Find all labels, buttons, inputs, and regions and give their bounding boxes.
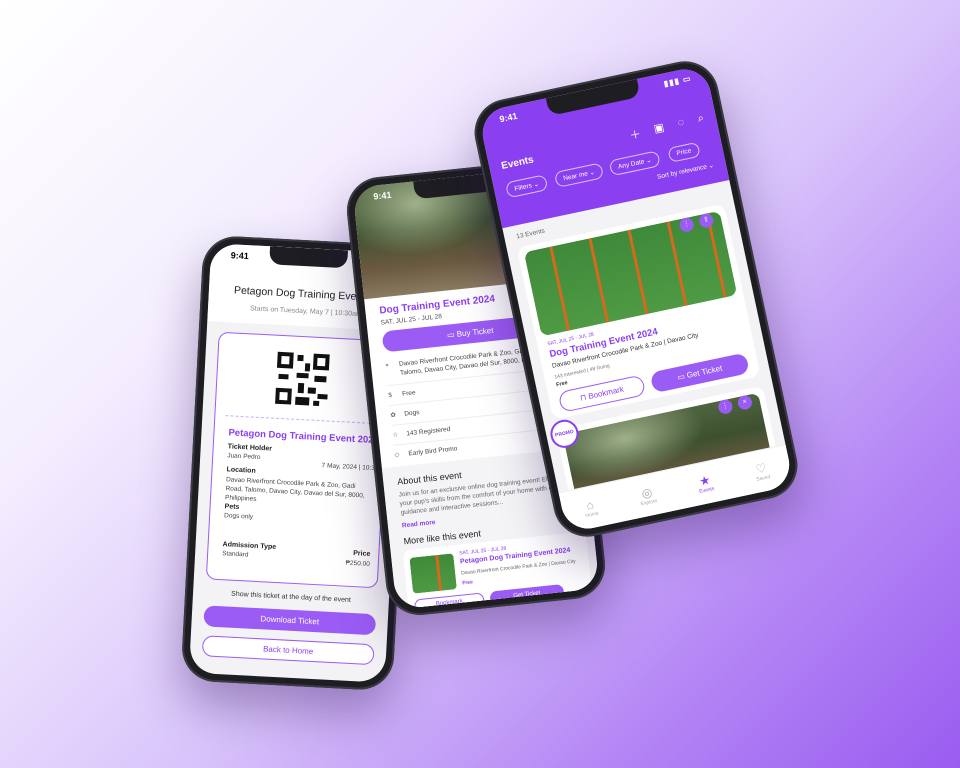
registered-text: 143 Registered [406,425,451,438]
get-ticket-label: Get Ticket [685,363,724,380]
tag-icon: ◇ [394,451,400,459]
any-date-label: Any Date [617,158,646,171]
date-value: 7 May, 2024 | 10:3 [321,462,375,473]
buy-ticket-label: Buy Ticket [456,325,494,339]
event-image [523,210,738,337]
admission-label: Admission Type [222,541,277,551]
nav-home-label: Home [584,510,600,519]
star-icon: ☆ [392,431,399,439]
pets-value: Dogs only [223,512,254,521]
notch [545,79,641,116]
get-ticket-button[interactable]: Get Ticket [489,583,565,606]
price-text: Free [401,389,416,398]
event-name: Petagon Dog Training Event 2024 [228,427,380,447]
holder-value: Juan Pedro [227,452,261,462]
filters-label: Filters [513,182,533,193]
search-icon[interactable]: ⌕ [697,112,706,129]
calendar-icon[interactable]: ▣ [653,121,667,139]
nav-events[interactable]: ★ Events [696,472,715,494]
pets-text: Dogs [403,409,420,418]
plus-icon[interactable]: ＋ [628,126,642,144]
near-me-label: Near me [562,170,589,183]
chat-icon[interactable]: ◌ [676,116,686,133]
location-value: Davao Riverfront Crocodile Park & Zoo, G… [224,476,365,503]
nav-saved[interactable]: ♡ Saved [753,460,771,483]
similar-event-price: Free [462,579,474,587]
qr-code[interactable] [275,351,330,407]
pets-label: Pets [224,503,240,511]
nav-explore[interactable]: ◎ Explore [637,484,658,507]
promo-text: Early Bird Promo [408,445,458,458]
admission-value: Standard [221,550,249,559]
divider [225,415,376,424]
near-me-chip[interactable]: Near me ⌄ [553,162,605,188]
header-actions: ＋ ▣ ◌ ⌕ [628,112,706,143]
get-ticket-button[interactable]: ▭ Get Ticket [649,352,750,394]
similar-event-image [409,553,457,594]
nav-saved-label: Saved [755,473,771,483]
sort-dropdown[interactable]: Sort by relevance ⌄ [656,161,715,181]
price-label: Price [675,147,692,158]
bookmark-button[interactable]: ⊓ Bookmark [557,374,647,413]
event-price: Free [555,380,569,389]
location-pin-icon: ⌖ [384,362,390,370]
price-value: ₱250.00 [345,559,370,568]
bookmark-label: Bookmark [587,384,625,401]
bookmark-button[interactable]: Bookmark [413,592,485,610]
location-label: Location [226,466,256,475]
back-to-home-button[interactable]: Back to Home [201,635,375,666]
status-time: 9:41 [372,189,392,202]
holder-label: Ticket Holder [227,443,273,453]
battery-icon: ▮▮▮ ▭ [662,73,693,89]
any-date-chip[interactable]: Any Date ⌄ [608,150,661,177]
events-header: 9:41 ▮▮▮ ▭ Events ＋ ▣ ◌ ⌕ Filters ⌄ Near… [477,64,730,229]
paw-icon: ✿ [390,411,397,420]
filters-chip[interactable]: Filters ⌄ [504,174,549,199]
read-more-link[interactable]: Read more [402,519,436,529]
dollar-icon: $ [387,391,393,400]
status-time: 9:41 [498,110,519,125]
price-label: Price [353,550,371,558]
price-chip[interactable]: Price [667,141,701,163]
show-ticket-note: Show this ticket at the day of the event [230,590,351,604]
nav-home[interactable]: ⌂ Home [582,496,600,519]
page-title: Events [500,154,535,172]
event-card[interactable]: ⋮ ⇪ SAT, JUL 25 - JUL 28 Dog Training Ev… [516,203,761,420]
download-ticket-button[interactable]: Download Ticket [203,605,377,636]
status-time: 9:41 [230,250,250,262]
sort-label: Sort by relevance [656,163,708,181]
events-count: 13 Events [515,227,546,241]
